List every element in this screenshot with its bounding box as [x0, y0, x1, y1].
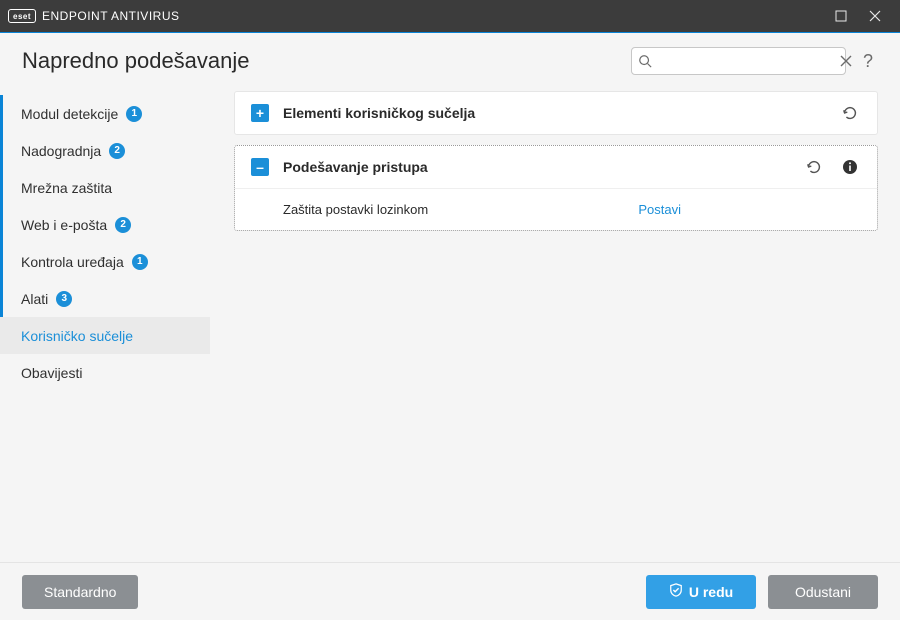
sidebar-item-tools[interactable]: Alati 3: [0, 280, 210, 317]
panel-title: Elementi korisničkog sučelja: [283, 105, 825, 121]
sidebar-item-detection[interactable]: Modul detekcije 1: [0, 95, 210, 132]
panel-ui-elements: + Elementi korisničkog sučelja: [234, 91, 878, 135]
sidebar-item-label: Mrežna zaštita: [21, 180, 112, 196]
sidebar-item-device-control[interactable]: Kontrola uređaja 1: [0, 243, 210, 280]
help-button[interactable]: ?: [858, 51, 878, 72]
panel-access-setup: – Podešavanje pristupa Zaštita postavki …: [234, 145, 878, 231]
ok-button-label: U redu: [689, 584, 733, 600]
sidebar-badge: 3: [56, 291, 72, 307]
sidebar-item-label: Korisničko sučelje: [21, 328, 133, 344]
revert-icon[interactable]: [839, 104, 861, 122]
brand-text: ENDPOINT ANTIVIRUS: [42, 9, 179, 23]
sidebar-item-label: Web i e-pošta: [21, 217, 107, 233]
panel-header[interactable]: + Elementi korisničkog sučelja: [235, 92, 877, 134]
sidebar-item-label: Modul detekcije: [21, 106, 118, 122]
ok-button[interactable]: U redu: [646, 575, 756, 609]
default-button[interactable]: Standardno: [22, 575, 138, 609]
sidebar-item-label: Obavijesti: [21, 365, 82, 381]
sidebar-item-notifications[interactable]: Obavijesti: [0, 354, 210, 391]
sidebar-badge: 2: [109, 143, 125, 159]
window-maximize-button[interactable]: [824, 0, 858, 32]
titlebar: eset ENDPOINT ANTIVIRUS: [0, 0, 900, 32]
main-content: + Elementi korisničkog sučelja – Podešav…: [210, 85, 878, 562]
sidebar-item-label: Nadogradnja: [21, 143, 101, 159]
sidebar-item-network[interactable]: Mrežna zaštita: [0, 169, 210, 206]
panel-title: Podešavanje pristupa: [283, 159, 789, 175]
sidebar: Modul detekcije 1 Nadogradnja 2 Mrežna z…: [0, 85, 210, 562]
sidebar-item-user-interface[interactable]: Korisničko sučelje: [0, 317, 210, 354]
cancel-button[interactable]: Odustani: [768, 575, 878, 609]
search-field[interactable]: [631, 47, 846, 75]
page-title: Napredno podešavanje: [22, 48, 250, 74]
expand-icon[interactable]: +: [251, 104, 269, 122]
sidebar-badge: 2: [115, 217, 131, 233]
sidebar-badge: 1: [126, 106, 142, 122]
clear-search-icon[interactable]: [840, 55, 852, 67]
setting-password-protect: Zaštita postavki lozinkom Postavi: [235, 188, 877, 230]
sidebar-item-label: Alati: [21, 291, 48, 307]
set-password-link[interactable]: Postavi: [638, 202, 681, 217]
search-icon: [638, 54, 652, 68]
sidebar-item-web-email[interactable]: Web i e-pošta 2: [0, 206, 210, 243]
sidebar-item-update[interactable]: Nadogradnja 2: [0, 132, 210, 169]
info-icon[interactable]: [839, 159, 861, 175]
panel-header[interactable]: – Podešavanje pristupa: [235, 146, 877, 188]
brand: eset ENDPOINT ANTIVIRUS: [8, 9, 179, 23]
collapse-icon[interactable]: –: [251, 158, 269, 176]
setting-label: Zaštita postavki lozinkom: [283, 202, 638, 217]
sidebar-badge: 1: [132, 254, 148, 270]
header: Napredno podešavanje ?: [0, 33, 900, 85]
window-close-button[interactable]: [858, 0, 892, 32]
brand-badge: eset: [8, 9, 36, 23]
revert-icon[interactable]: [803, 158, 825, 176]
shield-check-icon: [669, 583, 683, 600]
search-input[interactable]: [658, 54, 834, 69]
sidebar-item-label: Kontrola uređaja: [21, 254, 124, 270]
footer: Standardno U redu Odustani: [0, 562, 900, 620]
